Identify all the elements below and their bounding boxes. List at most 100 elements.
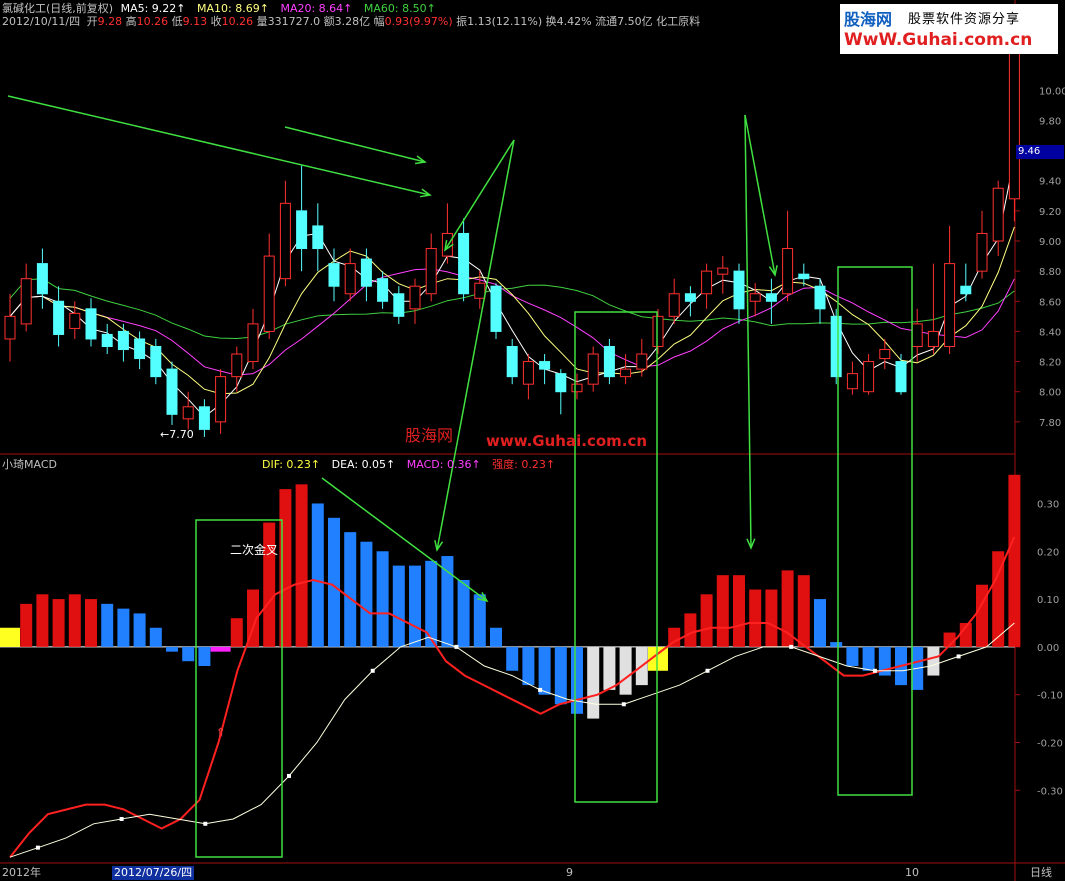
macd-tick-label: -0.10 <box>1037 691 1063 702</box>
candle-body <box>69 312 81 329</box>
candle-body <box>117 330 129 351</box>
candle-body <box>765 293 777 302</box>
strength-value: 强度: 0.23↑ <box>492 458 556 471</box>
dea-dot <box>370 668 375 673</box>
candle-body <box>166 368 178 415</box>
candle-body <box>814 285 826 310</box>
candle-body <box>134 338 146 360</box>
dea-dot <box>705 668 710 673</box>
candle-body <box>20 278 32 325</box>
macd-bar <box>149 627 162 647</box>
header-row-1: 氯碱化工(日线,前复权) MA5: 9.22↑ MA10: 8.69↑ MA20… <box>2 2 436 15</box>
candle-body <box>879 349 891 360</box>
macd-bar <box>700 594 713 647</box>
macd-bar <box>210 646 231 652</box>
candle-body <box>231 353 243 378</box>
candle-body <box>53 300 65 335</box>
price-tick-label: 7.80 <box>1039 418 1061 429</box>
macd-tick-label: 0.30 <box>1037 499 1059 510</box>
macd-bar <box>182 646 195 662</box>
ma10-label: MA10: 8.69↑ <box>197 2 269 15</box>
macd-tick-label: -0.30 <box>1037 786 1063 797</box>
dea-dot <box>956 654 961 659</box>
candle-body <box>895 361 907 393</box>
price-tick-label: 8.40 <box>1039 327 1061 338</box>
change-value: 0.93(9.97%) <box>384 15 453 28</box>
indicator-header: 小琦MACD <box>2 458 57 471</box>
macd-bar <box>797 575 810 647</box>
candle-body <box>279 202 291 280</box>
candle-body <box>296 210 308 250</box>
dea-dot <box>119 816 124 821</box>
candle-body <box>474 282 486 299</box>
macd-tick-label: 0.20 <box>1037 547 1059 558</box>
macd-bar <box>52 599 65 647</box>
candle-body <box>4 315 16 340</box>
golden-cross-arrow: ⇑ <box>216 725 226 739</box>
candle-body <box>798 273 810 280</box>
macd-bar <box>68 594 81 647</box>
price-tick-label: 8.00 <box>1039 388 1061 399</box>
candle-body <box>830 315 842 378</box>
macd-tick-label: 0.00 <box>1037 643 1059 654</box>
candle-body <box>944 263 956 348</box>
macd-bar <box>846 646 859 666</box>
macd-bar <box>311 503 324 647</box>
price-tick-label: 9.00 <box>1039 237 1061 248</box>
period-tab[interactable]: 日线 <box>1030 866 1052 879</box>
macd-bar <box>166 646 178 652</box>
price-tick-label: 9.40 <box>1039 177 1061 188</box>
macd-bar <box>830 642 843 647</box>
dea-dot <box>287 773 291 778</box>
macd-bar <box>765 589 778 647</box>
macd-bar <box>619 646 632 695</box>
candle-body <box>425 248 437 295</box>
xaxis-month-9: 9 <box>566 866 573 879</box>
xaxis-cursor-date: 2012/07/26/四 <box>112 866 195 880</box>
macd-bar <box>506 646 519 671</box>
macd-bar <box>295 484 308 647</box>
dif-value: DIF: 0.23↑ <box>262 458 321 471</box>
change-label: 幅 <box>373 15 385 28</box>
macd-bar <box>0 627 20 647</box>
macd-bar <box>862 646 875 671</box>
candle-body <box>409 285 421 310</box>
macd-bar <box>473 594 486 647</box>
candle-body <box>603 346 615 378</box>
macd-bar <box>344 532 357 647</box>
dea-dot <box>203 821 208 826</box>
macd-bar <box>392 565 405 647</box>
macd-bar <box>117 608 130 647</box>
current-price-badge: 9.46 <box>1016 145 1064 159</box>
candle-body <box>863 361 875 393</box>
high-value: 10.26 <box>136 15 169 28</box>
candle-body <box>976 232 988 272</box>
candle-body <box>733 270 745 310</box>
candle-body <box>749 293 761 302</box>
macd-bar <box>522 646 535 686</box>
low-value: 9.13 <box>182 15 208 28</box>
ma60-label: MA60: 8.50↑ <box>363 2 436 15</box>
candle-body <box>312 225 324 250</box>
high-label: 高 <box>125 15 137 28</box>
trend-arrow <box>744 114 752 549</box>
price-tick-label: 8.80 <box>1039 267 1061 278</box>
macd-bar <box>133 613 146 647</box>
candle-body <box>717 267 729 275</box>
macd-tick-label: -0.20 <box>1037 738 1063 749</box>
candle-body <box>458 232 470 295</box>
indicator-name: 小琦MACD <box>2 458 57 471</box>
candle-body <box>36 263 48 295</box>
candle-body <box>927 330 939 347</box>
candle-body <box>1008 50 1020 200</box>
price-tick-label: 9.80 <box>1039 116 1061 127</box>
ma20-label: MA20: 8.64↑ <box>280 2 353 15</box>
macd-bar <box>538 646 551 695</box>
logo-brand: 股海网 <box>844 10 893 29</box>
date-value: 2012/10/11/四 <box>2 15 81 28</box>
macd-bar <box>36 594 49 647</box>
candle-body <box>198 406 210 430</box>
turnover-value: 换4.42% <box>545 15 592 28</box>
macd-tick-label: 0.10 <box>1037 595 1059 606</box>
sector-value: 化工原料 <box>656 15 701 28</box>
